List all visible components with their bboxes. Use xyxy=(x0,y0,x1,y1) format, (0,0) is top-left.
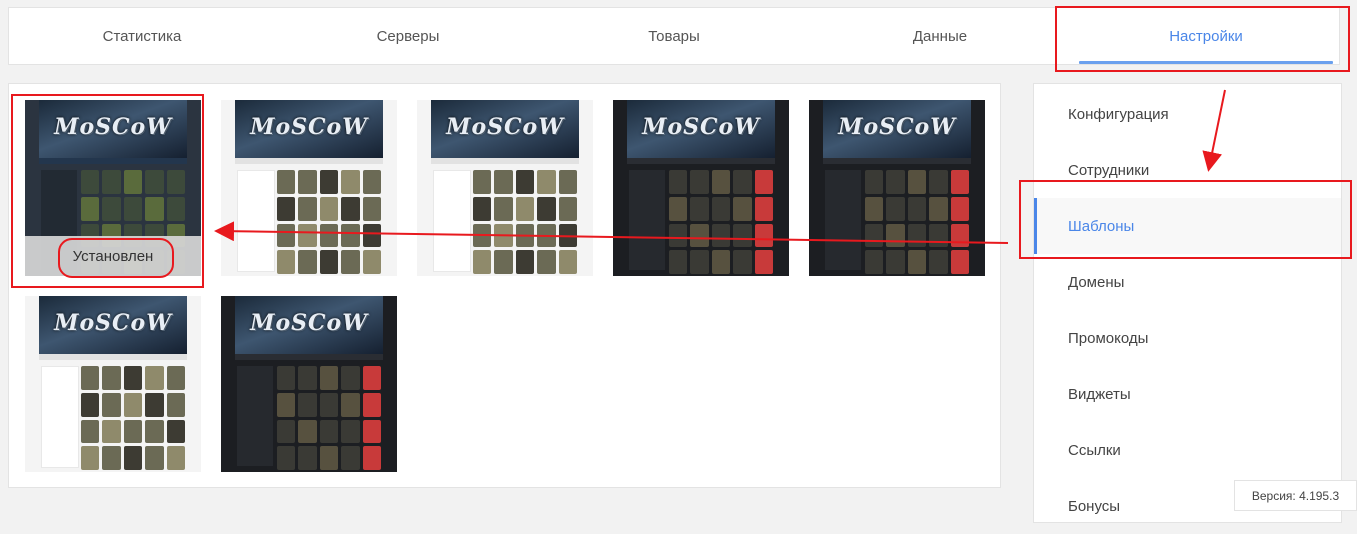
thumb-sidebar xyxy=(433,170,471,272)
top-tabs: Статистика Серверы Товары Данные Настрой… xyxy=(8,7,1340,65)
sidebar-item-configuration[interactable]: Конфигурация xyxy=(1034,86,1341,142)
template-thumb-4[interactable]: MoSCoW xyxy=(613,100,789,276)
thumb-logo: MoSCoW xyxy=(54,114,172,140)
thumb-sidebar xyxy=(629,170,665,270)
thumb-nav xyxy=(627,158,775,164)
thumb-nav xyxy=(823,158,971,164)
thumb-banner: MoSCoW xyxy=(823,100,971,158)
thumb-sidebar xyxy=(825,170,861,270)
thumb-nav xyxy=(235,354,383,360)
sidebar-item-templates[interactable]: Шаблоны xyxy=(1034,198,1341,254)
template-thumb-5[interactable]: MoSCoW xyxy=(809,100,985,276)
sidebar-item-widgets[interactable]: Виджеты xyxy=(1034,366,1341,422)
sidebar-item-staff[interactable]: Сотрудники xyxy=(1034,142,1341,198)
tab-products[interactable]: Товары xyxy=(541,8,807,64)
thumb-nav xyxy=(39,354,187,360)
templates-panel: MoSCoW Установлен MoSCoW MoSCoW MoSCoW M… xyxy=(8,83,1001,488)
thumb-grid xyxy=(865,170,969,274)
thumb-logo: MoSCoW xyxy=(250,310,368,336)
thumb-sidebar xyxy=(237,366,273,466)
tab-data[interactable]: Данные xyxy=(807,8,1073,64)
sidebar-item-promocodes[interactable]: Промокоды xyxy=(1034,310,1341,366)
thumb-grid xyxy=(277,366,381,470)
thumb-logo: MoSCoW xyxy=(838,114,956,140)
version-label: Версия: 4.195.3 xyxy=(1234,480,1357,511)
thumb-grid xyxy=(473,170,577,274)
tab-settings[interactable]: Настройки xyxy=(1073,8,1339,64)
thumb-banner: MoSCoW xyxy=(39,296,187,354)
thumb-banner: MoSCoW xyxy=(431,100,579,158)
template-thumb-6[interactable]: MoSCoW xyxy=(25,296,201,472)
tab-statistics[interactable]: Статистика xyxy=(9,8,275,64)
thumb-nav xyxy=(431,158,579,164)
template-thumb-2[interactable]: MoSCoW xyxy=(221,100,397,276)
thumb-grid xyxy=(669,170,773,274)
tab-servers[interactable]: Серверы xyxy=(275,8,541,64)
thumb-sidebar xyxy=(41,366,79,468)
thumb-logo: MoSCoW xyxy=(54,310,172,336)
settings-sidebar: Конфигурация Сотрудники Шаблоны Домены П… xyxy=(1033,83,1342,523)
template-thumb-7[interactable]: MoSCoW xyxy=(221,296,397,472)
thumb-logo: MoSCoW xyxy=(446,114,564,140)
installed-badge: Установлен xyxy=(25,236,201,276)
thumb-nav xyxy=(235,158,383,164)
thumb-logo: MoSCoW xyxy=(642,114,760,140)
thumb-banner: MoSCoW xyxy=(235,296,383,354)
template-thumb-1[interactable]: MoSCoW Установлен xyxy=(25,100,201,276)
thumb-grid xyxy=(81,366,185,470)
thumb-logo: MoSCoW xyxy=(250,114,368,140)
thumb-sidebar xyxy=(237,170,275,272)
template-thumb-3[interactable]: MoSCoW xyxy=(417,100,593,276)
sidebar-item-links[interactable]: Ссылки xyxy=(1034,422,1341,478)
thumb-banner: MoSCoW xyxy=(39,100,187,158)
thumb-banner: MoSCoW xyxy=(627,100,775,158)
thumb-grid xyxy=(277,170,381,274)
thumb-nav xyxy=(39,158,187,164)
sidebar-item-domains[interactable]: Домены xyxy=(1034,254,1341,310)
thumb-banner: MoSCoW xyxy=(235,100,383,158)
